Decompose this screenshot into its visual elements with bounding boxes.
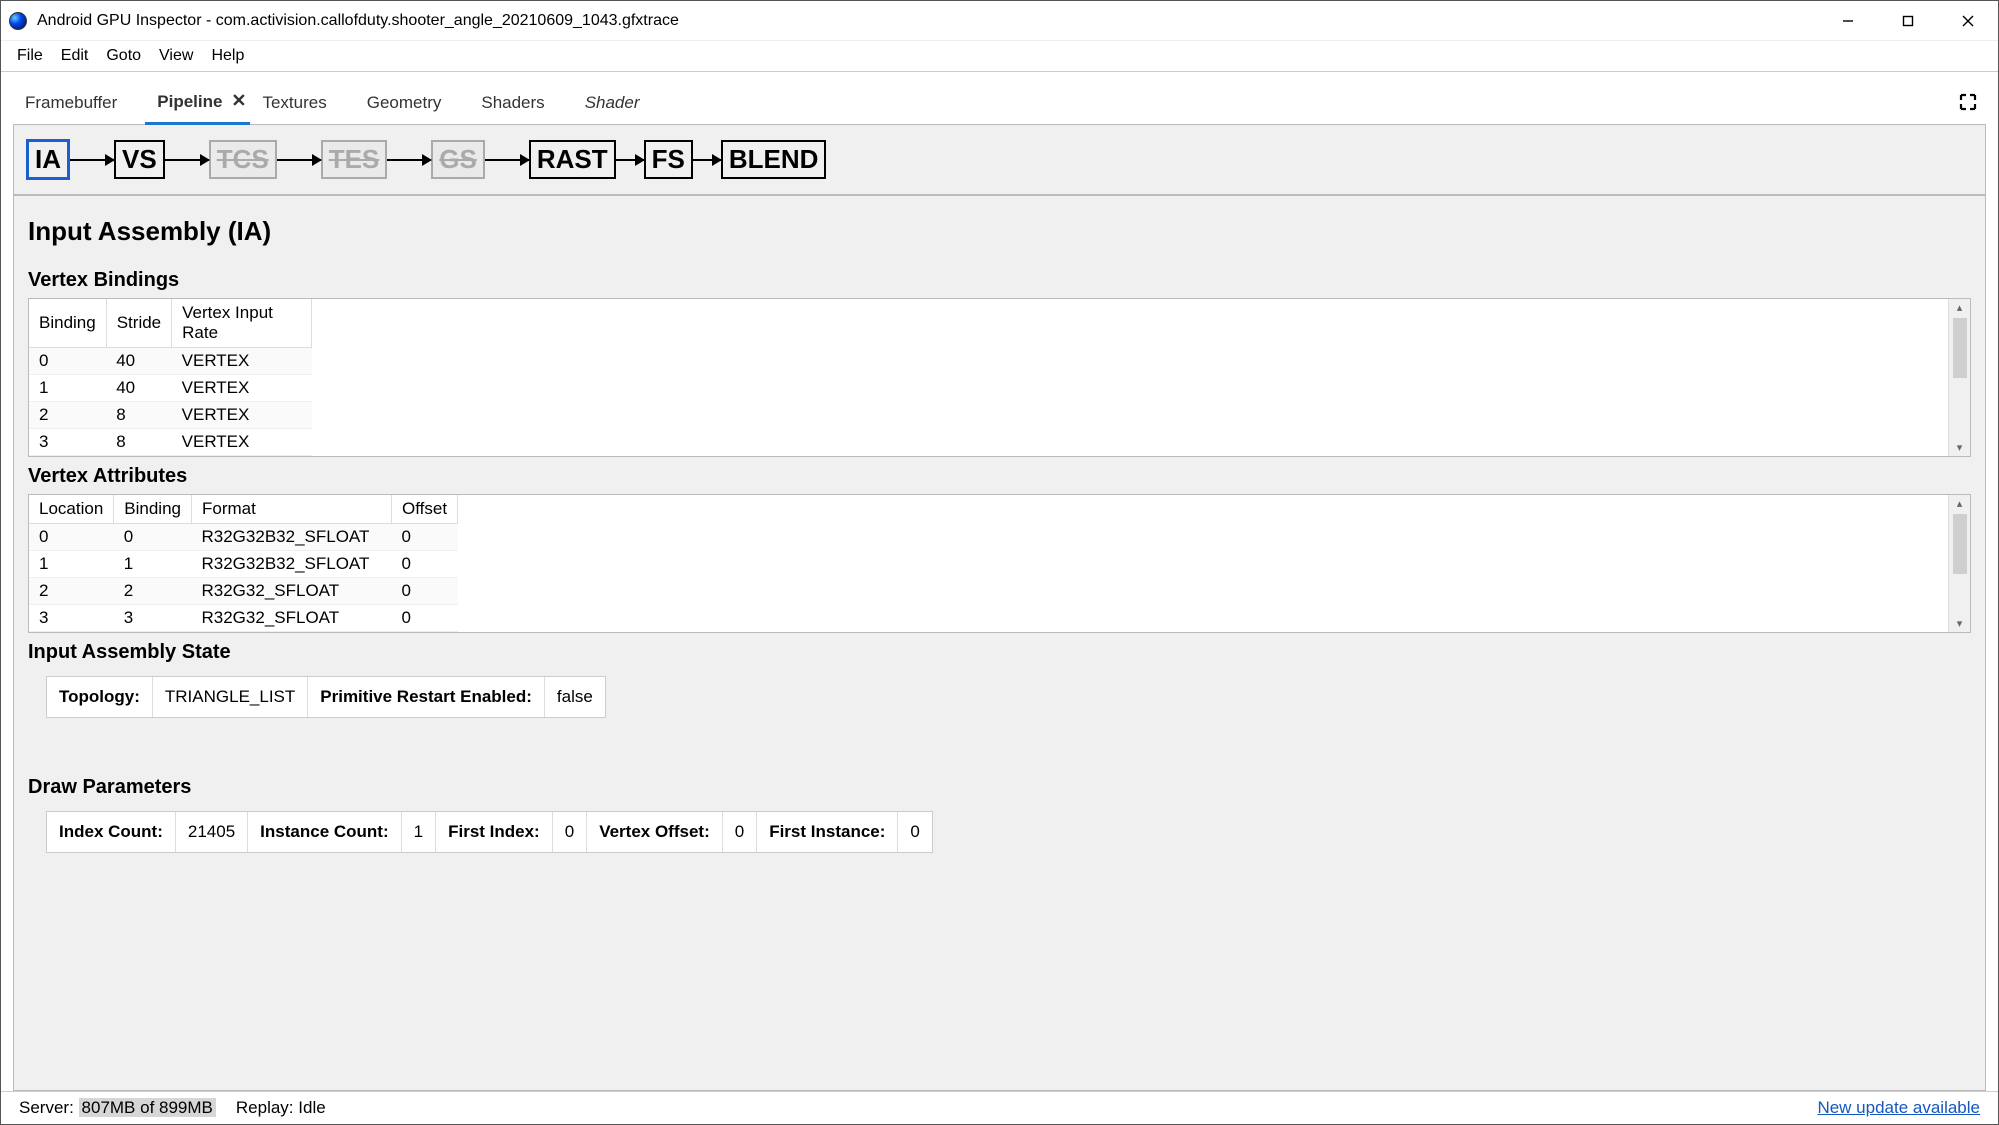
tab-pipeline[interactable]: Pipeline ✕	[145, 82, 250, 125]
arrow-icon	[616, 159, 644, 161]
scroll-thumb[interactable]	[1953, 514, 1967, 574]
menu-bar: File Edit Goto View Help	[1, 41, 1998, 72]
draw-parameters-table: Index Count: 21405 Instance Count: 1 Fir…	[46, 811, 933, 853]
close-icon	[1961, 14, 1975, 28]
primitive-restart-value: false	[545, 677, 605, 717]
collapse-button[interactable]	[1950, 86, 1986, 121]
scroll-down-icon[interactable]: ▾	[1957, 439, 1963, 456]
section-vertex-attributes: Vertex Attributes	[28, 457, 1971, 494]
table-row[interactable]: 38VERTEX	[29, 429, 312, 456]
section-vertex-bindings: Vertex Bindings	[28, 261, 1971, 298]
topology-value: TRIANGLE_LIST	[153, 677, 308, 717]
tab-close-button[interactable]: ✕	[231, 90, 246, 111]
arrow-icon	[485, 159, 529, 161]
topology-label: Topology:	[47, 677, 153, 717]
maximize-button[interactable]	[1878, 1, 1938, 41]
arrow-icon	[277, 159, 321, 161]
section-input-assembly-state: Input Assembly State	[28, 633, 1971, 670]
table-row[interactable]: 33R32G32_SFLOAT0	[29, 605, 458, 632]
tab-bar: Framebuffer Pipeline ✕ Textures Geometry…	[13, 82, 1986, 125]
menu-file[interactable]: File	[9, 45, 51, 67]
primitive-restart-label: Primitive Restart Enabled:	[308, 677, 545, 717]
first-instance-value: 0	[898, 812, 931, 852]
scrollbar[interactable]: ▴ ▾	[1948, 495, 1970, 632]
status-bar: Server: 807MB of 899MB Replay: Idle New …	[1, 1091, 1998, 1124]
tab-textures[interactable]: Textures	[250, 83, 354, 123]
arrow-icon	[165, 159, 209, 161]
stage-tcs[interactable]: TCS	[209, 140, 277, 179]
scroll-up-icon[interactable]: ▴	[1957, 495, 1963, 512]
scroll-thumb[interactable]	[1953, 318, 1967, 378]
replay-state: Idle	[298, 1098, 325, 1117]
content-area: Framebuffer Pipeline ✕ Textures Geometry…	[1, 72, 1998, 1091]
table-row[interactable]: 040VERTEX	[29, 348, 312, 375]
table-row[interactable]: 28VERTEX	[29, 402, 312, 429]
table-row[interactable]: 00R32G32B32_SFLOAT0	[29, 524, 458, 551]
index-count-label: Index Count:	[47, 812, 176, 852]
file-name: com.activision.callofduty.shooter_angle_…	[216, 12, 679, 29]
menu-goto[interactable]: Goto	[98, 45, 149, 67]
app-icon	[9, 12, 27, 30]
pipeline-stage-bar: IA VS TCS TES GS RAST FS BLEND	[14, 125, 1985, 196]
minimize-button[interactable]	[1818, 1, 1878, 41]
app-name: Android GPU Inspector	[37, 12, 202, 29]
table-row[interactable]: 22R32G32_SFLOAT0	[29, 578, 458, 605]
stage-blend[interactable]: BLEND	[721, 140, 827, 179]
table-header-row: Binding Stride Vertex Input Rate	[29, 299, 312, 348]
minimize-icon	[1841, 14, 1855, 28]
status-server: Server: 807MB of 899MB	[9, 1096, 226, 1120]
window-title: Android GPU Inspector - com.activision.c…	[33, 12, 1818, 30]
scrollbar[interactable]: ▴ ▾	[1948, 299, 1970, 456]
first-index-value: 0	[553, 812, 587, 852]
tab-shaders[interactable]: Shaders	[469, 83, 572, 123]
tab-shader[interactable]: Shader	[573, 83, 668, 123]
table-row[interactable]: 140VERTEX	[29, 375, 312, 402]
update-link[interactable]: New update available	[1817, 1098, 1980, 1117]
vertex-attributes-table: Location Binding Format Offset 00R32G32B…	[28, 494, 1971, 633]
table-header-row: Location Binding Format Offset	[29, 495, 458, 524]
page-title: Input Assembly (IA)	[28, 210, 1971, 261]
arrow-icon	[387, 159, 431, 161]
scroll-down-icon[interactable]: ▾	[1957, 615, 1963, 632]
vertex-offset-label: Vertex Offset:	[587, 812, 723, 852]
instance-count-value: 1	[402, 812, 436, 852]
index-count-value: 21405	[176, 812, 248, 852]
status-update: New update available	[1807, 1096, 1990, 1120]
menu-edit[interactable]: Edit	[53, 45, 97, 67]
input-assembly-state-table: Topology: TRIANGLE_LIST Primitive Restar…	[46, 676, 606, 718]
collapse-icon	[1958, 92, 1978, 112]
server-memory: 807MB of 899MB	[79, 1098, 216, 1117]
scroll-up-icon[interactable]: ▴	[1957, 299, 1963, 316]
stage-fs[interactable]: FS	[644, 140, 693, 179]
stage-ia[interactable]: IA	[26, 139, 70, 180]
title-bar: Android GPU Inspector - com.activision.c…	[1, 1, 1998, 41]
arrow-icon	[693, 159, 721, 161]
vertex-bindings-table: Binding Stride Vertex Input Rate 040VERT…	[28, 298, 1971, 457]
stage-vs[interactable]: VS	[114, 140, 165, 179]
tab-framebuffer[interactable]: Framebuffer	[13, 83, 145, 123]
pipeline-details: Input Assembly (IA) Vertex Bindings Bind…	[14, 196, 1985, 857]
first-instance-label: First Instance:	[757, 812, 898, 852]
pipeline-panel: IA VS TCS TES GS RAST FS BLEND Input Ass…	[13, 125, 1986, 1091]
first-index-label: First Index:	[436, 812, 553, 852]
close-button[interactable]	[1938, 1, 1998, 41]
app-window: Android GPU Inspector - com.activision.c…	[0, 0, 1999, 1125]
stage-tes[interactable]: TES	[321, 140, 388, 179]
section-draw-parameters: Draw Parameters	[28, 768, 1971, 805]
tab-geometry[interactable]: Geometry	[355, 83, 470, 123]
arrow-icon	[70, 159, 114, 161]
menu-help[interactable]: Help	[203, 45, 252, 67]
vertex-offset-value: 0	[723, 812, 757, 852]
instance-count-label: Instance Count:	[248, 812, 401, 852]
menu-view[interactable]: View	[151, 45, 201, 67]
status-replay: Replay: Idle	[226, 1096, 336, 1120]
table-row[interactable]: 11R32G32B32_SFLOAT0	[29, 551, 458, 578]
stage-gs[interactable]: GS	[431, 140, 485, 179]
stage-rast[interactable]: RAST	[529, 140, 616, 179]
window-controls	[1818, 1, 1998, 41]
maximize-icon	[1901, 14, 1915, 28]
